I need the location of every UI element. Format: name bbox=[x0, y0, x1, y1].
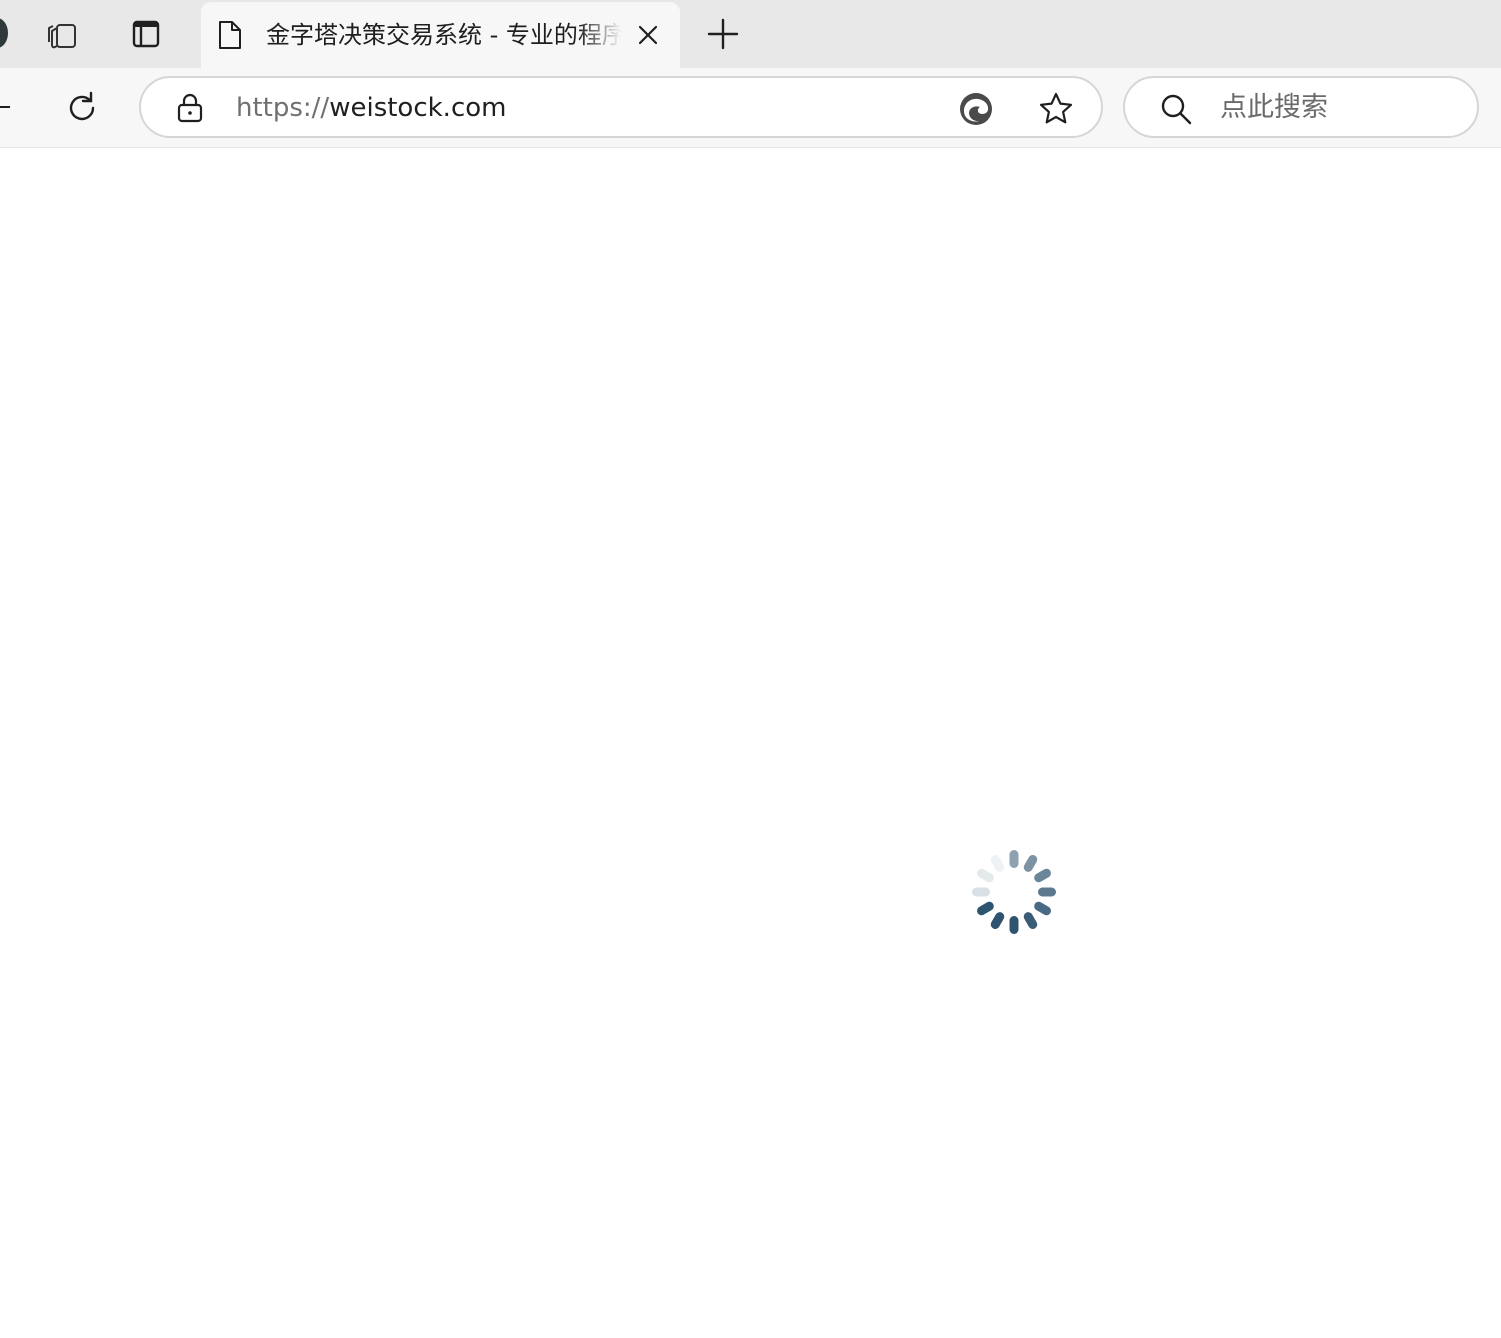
toolbar: https://weistock.com 点此搜索 bbox=[0, 68, 1501, 148]
close-icon[interactable] bbox=[633, 20, 663, 50]
search-icon bbox=[1157, 90, 1195, 128]
vertical-tabs-icon[interactable] bbox=[126, 14, 166, 54]
spinner-spoke bbox=[1009, 850, 1019, 868]
refresh-button[interactable] bbox=[60, 86, 104, 130]
tab-strip: 金字塔决策交易系统 - 专业的程序化交易平台 bbox=[0, 0, 1501, 68]
spinner-spoke bbox=[977, 868, 994, 883]
loading-spinner bbox=[972, 850, 1056, 934]
page-content bbox=[0, 148, 1501, 1338]
spinner-spoke bbox=[1034, 868, 1051, 883]
new-tab-button[interactable] bbox=[701, 12, 745, 56]
spinner-spoke bbox=[1009, 916, 1019, 934]
spinner-spoke bbox=[1023, 855, 1038, 872]
back-arrow-icon[interactable] bbox=[0, 106, 10, 108]
spinner-spoke bbox=[1034, 901, 1051, 916]
spinner-spoke bbox=[977, 901, 994, 916]
address-bar[interactable]: https://weistock.com bbox=[139, 76, 1103, 138]
spinner-spoke bbox=[1038, 887, 1056, 897]
profile-avatar[interactable] bbox=[0, 18, 8, 48]
plus-icon bbox=[707, 18, 739, 50]
refresh-icon bbox=[69, 91, 95, 121]
spinner-spoke bbox=[972, 887, 990, 897]
spinner-spoke bbox=[990, 855, 1005, 872]
active-tab[interactable]: 金字塔决策交易系统 - 专业的程序化交易平台 bbox=[201, 2, 680, 68]
workspaces-icon[interactable] bbox=[42, 14, 82, 54]
tab-title: 金字塔决策交易系统 - 专业的程序化交易平台 bbox=[266, 21, 621, 49]
spinner-spoke bbox=[990, 912, 1005, 929]
search-placeholder: 点此搜索 bbox=[1220, 92, 1328, 123]
page-icon bbox=[215, 18, 245, 52]
lock-icon[interactable] bbox=[175, 92, 205, 124]
star-icon[interactable] bbox=[1037, 90, 1075, 128]
edge-icon[interactable] bbox=[957, 90, 995, 128]
url-host: weistock.com bbox=[329, 93, 507, 123]
spinner-spoke bbox=[1023, 912, 1038, 929]
search-box[interactable]: 点此搜索 bbox=[1123, 76, 1479, 138]
url-scheme: https:// bbox=[236, 93, 330, 123]
url-text[interactable]: https://weistock.com bbox=[236, 90, 506, 126]
